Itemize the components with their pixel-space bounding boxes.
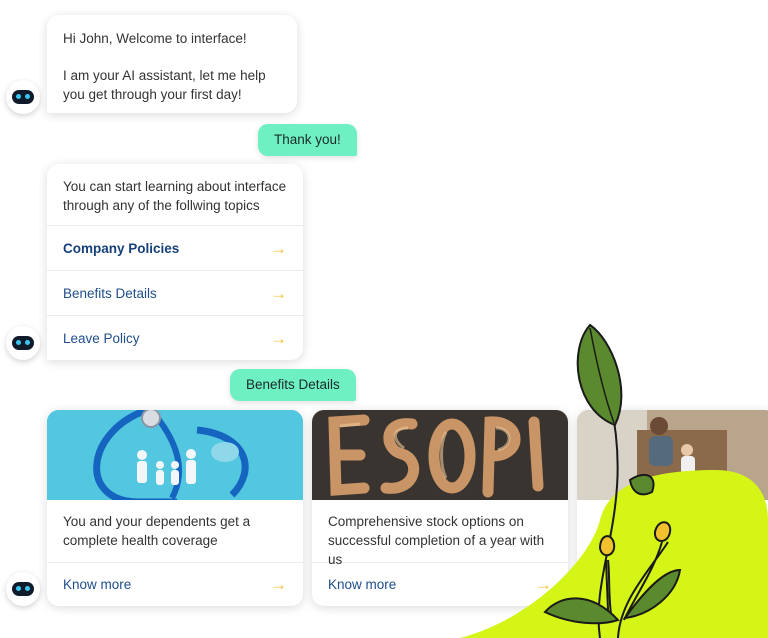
welcome-message: Hi John, Welcome to interface! I am your… — [47, 15, 297, 113]
topic-list: Company Policies → Benefits Details → Le… — [47, 225, 303, 360]
topic-label: Leave Policy — [63, 330, 140, 346]
user-message-thank-you: Thank you! — [258, 124, 357, 156]
topic-benefits-details[interactable]: Benefits Details → — [47, 270, 303, 315]
user-message-benefits-details: Benefits Details — [230, 369, 356, 401]
arrow-right-icon: → — [270, 328, 287, 348]
decorative-plant-illustration — [460, 323, 768, 638]
arrow-right-icon: → — [270, 575, 287, 594]
health-coverage-image — [47, 410, 303, 500]
welcome-line-2: I am your AI assistant, let me help you … — [63, 68, 266, 102]
know-more-label: Know more — [63, 577, 132, 592]
benefit-card-health: You and your dependents get a complete h… — [47, 410, 303, 606]
welcome-line-1: Hi John, Welcome to interface! — [63, 31, 247, 46]
know-more-link[interactable]: Know more → — [47, 562, 303, 606]
topic-company-policies[interactable]: Company Policies → — [47, 225, 303, 270]
know-more-label: Know more — [328, 577, 397, 592]
bot-avatar-icon — [6, 326, 40, 360]
card-description: You and your dependents get a complete h… — [63, 514, 251, 548]
topic-label: Company Policies — [63, 240, 180, 256]
topics-intro: You can start learning about interface t… — [63, 179, 287, 213]
arrow-right-icon: → — [270, 283, 287, 303]
topic-leave-policy[interactable]: Leave Policy → — [47, 315, 303, 360]
topics-message: You can start learning about interface t… — [47, 164, 303, 360]
topic-label: Benefits Details — [63, 285, 157, 301]
arrow-right-icon: → — [270, 238, 287, 258]
bot-avatar-icon — [6, 80, 40, 114]
bot-avatar-icon — [6, 572, 40, 606]
